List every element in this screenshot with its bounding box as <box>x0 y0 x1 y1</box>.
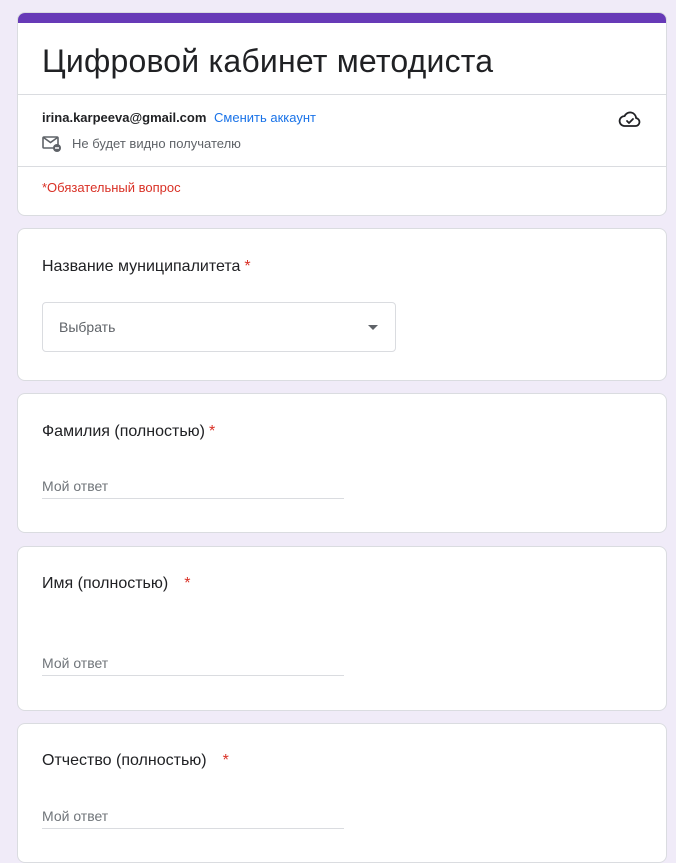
first-name-input[interactable] <box>42 651 344 676</box>
required-star: * <box>208 423 216 440</box>
required-star: * <box>244 258 251 275</box>
required-note: *Обязательный вопрос <box>42 180 181 195</box>
hidden-notice-text: Не будет видно получателю <box>72 136 241 151</box>
header-accent-bar <box>18 13 666 23</box>
question-title-municipality: Название муниципалитета * <box>42 255 251 279</box>
question-card-first-name: Имя (полностью) * <box>17 546 667 711</box>
form-header-card: Цифровой кабинет методиста irina.karpeev… <box>17 12 667 216</box>
required-star: * <box>222 752 229 769</box>
account-email: irina.karpeeva@gmail.com <box>42 110 207 125</box>
last-name-input[interactable] <box>42 474 344 499</box>
header-divider <box>18 94 666 95</box>
required-star: * <box>184 575 191 592</box>
caret-down-icon <box>368 325 378 330</box>
mail-hidden-icon <box>42 136 61 152</box>
account-row: irina.karpeeva@gmail.com Сменить аккаунт <box>42 109 316 127</box>
dropdown-selected-value: Выбрать <box>59 319 116 335</box>
question-card-municipality: Название муниципалитета * Выбрать <box>17 228 667 381</box>
question-title-text: Отчество (полностью) <box>42 752 207 769</box>
switch-account-link[interactable]: Сменить аккаунт <box>214 110 316 125</box>
municipality-dropdown[interactable]: Выбрать <box>42 302 396 352</box>
question-title-text: Имя (полностью) <box>42 575 169 592</box>
form-title: Цифровой кабинет методиста <box>42 43 494 79</box>
question-card-last-name: Фамилия (полностью) * <box>17 393 667 533</box>
question-title-last-name: Фамилия (полностью) * <box>42 420 215 444</box>
hidden-notice-row: Не будет видно получателю <box>42 135 241 153</box>
required-divider <box>18 166 666 167</box>
patronymic-input[interactable] <box>42 804 344 829</box>
question-title-text: Фамилия (полностью) <box>42 423 205 440</box>
question-title-patronymic: Отчество (полностью) * <box>42 749 229 773</box>
question-card-patronymic: Отчество (полностью) * <box>17 723 667 863</box>
cloud-saved-icon[interactable] <box>618 107 642 131</box>
question-title-first-name: Имя (полностью) * <box>42 572 190 596</box>
question-title-text: Название муниципалитета <box>42 258 241 275</box>
